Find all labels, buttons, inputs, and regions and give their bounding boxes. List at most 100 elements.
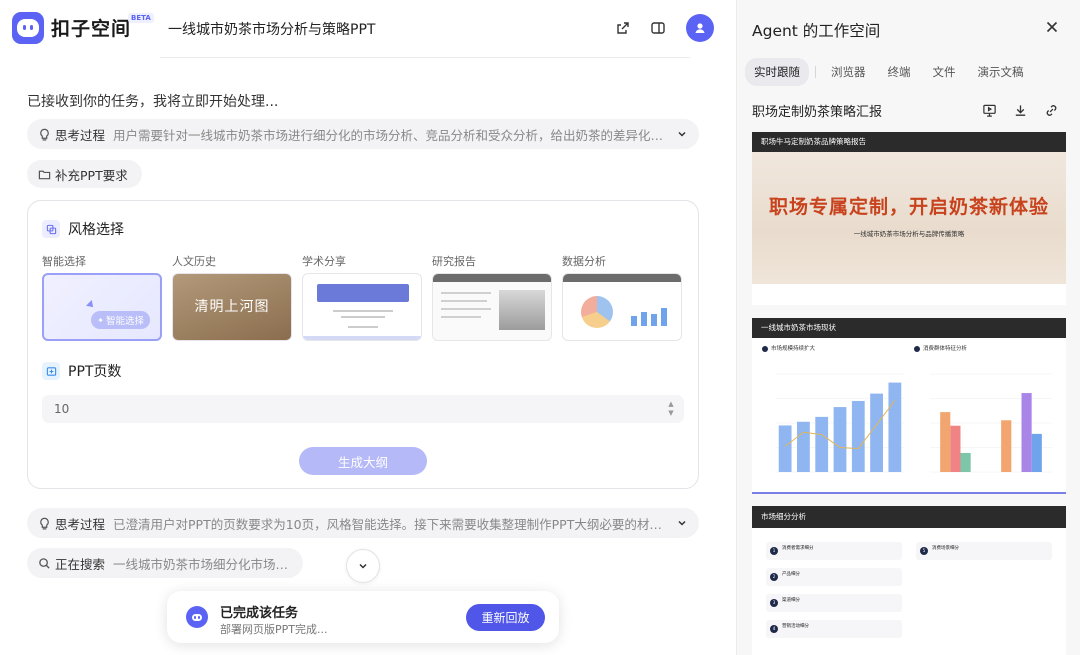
supplement-ppt-button[interactable]: 补充PPT要求 (27, 160, 142, 188)
thinking-process-1[interactable]: 思考过程 用户需要针对一线城市奶茶市场进行细分化的市场分析、竞品分析和受众分析，… (27, 119, 699, 149)
bar-mark (797, 421, 810, 472)
thumb-line (348, 326, 378, 328)
slide-header: 市场细分分析 (752, 506, 1066, 528)
cursor-icon (86, 300, 96, 310)
style-option-data[interactable]: 数据分析 (562, 253, 682, 341)
thinking-process-2[interactable]: 思考过程 已澄清用户对PPT的页数要求为10页，风格智能选择。接下来需要收集整理… (27, 508, 699, 538)
smart-select-badge: ✦ 智能选择 (91, 311, 150, 329)
thumb-line (341, 316, 385, 318)
style-option-research[interactable]: 研究报告 (432, 253, 552, 341)
generate-outline-button[interactable]: 生成大纲 (299, 447, 427, 475)
tab-terminal[interactable]: 终端 (879, 58, 920, 86)
chart-title-left-text: 市场规模持续扩大 (771, 346, 816, 352)
style-section-head: 风格选择 (42, 219, 124, 239)
style-thumb-smart[interactable]: ✦ 智能选择 (42, 273, 162, 341)
smart-select-label: 智能选择 (105, 316, 144, 327)
style-thumb-academic[interactable] (302, 273, 422, 341)
style-options: 智能选择 ✦ 智能选择 人文历史 清明上河图 学术分享 研究报告 数据分析 (42, 253, 682, 341)
searching-status[interactable]: 正在搜索 一线城市奶茶市场细分化市场分析 (27, 548, 303, 578)
bar-mark (940, 412, 951, 472)
app-root: 扣子空间 BETA 一线城市奶茶市场分析与策略PPT 已接收到你的任务，我将立即… (0, 0, 1080, 655)
replay-button[interactable]: 重新回放 (466, 604, 545, 631)
thumb-bar (651, 314, 657, 326)
segment-title: 营销活动细分 (782, 624, 809, 629)
thumb-bar (641, 312, 647, 326)
thinking-desc: 用户需要针对一线城市奶茶市场进行细分化的市场分析、竞品分析和受众分析，给出奶茶的… (113, 127, 669, 143)
scroll-down-button[interactable] (346, 549, 380, 583)
search-icon (37, 556, 51, 570)
consumer-group-chart (930, 373, 1052, 473)
style-option-academic[interactable]: 学术分享 (302, 253, 422, 341)
thumb-header (433, 274, 551, 282)
tab-presentation[interactable]: 演示文稿 (969, 58, 1033, 86)
slide-cover-body: 职场专属定制，开启奶茶新体验 一线城市奶茶市场分析与品牌传播策略 (752, 152, 1066, 284)
stepper-down-icon[interactable]: ▼ (666, 409, 676, 418)
share-icon[interactable] (612, 17, 634, 39)
link-icon[interactable] (1042, 101, 1060, 119)
slide-header-text: 一线城市奶茶市场现状 (761, 323, 836, 332)
chart-title-right: 消费群体特征分析 (914, 344, 967, 352)
thumb-image (499, 290, 545, 330)
page-title: 一线城市奶茶市场分析与策略PPT (168, 22, 376, 38)
app-logo-icon[interactable] (12, 12, 44, 44)
slide-cover-title: 职场专属定制，开启奶茶新体验 (768, 196, 1049, 218)
chevron-down-icon[interactable] (675, 516, 689, 530)
history-thumb-title: 清明上河图 (194, 298, 270, 315)
bar-mark (778, 425, 792, 472)
main-column: 扣子空间 BETA 一线城市奶茶市场分析与策略PPT 已接收到你的任务，我将立即… (0, 0, 728, 655)
ppt-pages-value: 10 (54, 402, 70, 416)
split-view-icon[interactable] (647, 17, 669, 39)
thumb-line (441, 292, 491, 294)
thumb-header (563, 274, 681, 282)
folder-icon (37, 167, 51, 181)
segment-card: 1 消费者需求细分 (766, 542, 902, 560)
style-option-smart[interactable]: 智能选择 ✦ 智能选择 (42, 253, 162, 341)
chevron-down-icon[interactable] (675, 127, 689, 141)
present-icon[interactable] (980, 101, 998, 119)
lightbulb-icon (37, 127, 51, 141)
chart-title-left: 市场规模持续扩大 (762, 344, 815, 352)
slide-cover-subtitle: 一线城市奶茶市场分析与品牌传播策略 (853, 230, 965, 238)
segment-card: 3 渠道细分 (766, 594, 902, 612)
segment-title: 消费场景细分 (932, 546, 959, 551)
close-icon[interactable] (1043, 18, 1061, 36)
segment-number: 3 (770, 599, 778, 607)
tab-files[interactable]: 文件 (924, 58, 965, 86)
ppt-pages-input[interactable]: 10 ▲ ▼ (42, 395, 684, 423)
style-name: 智能选择 (42, 255, 86, 268)
style-palette-icon (42, 220, 60, 238)
pages-section-title: PPT页数 (68, 364, 122, 380)
style-thumb-data[interactable] (562, 273, 682, 341)
bar-mark (960, 452, 971, 472)
chart-title-right-text: 消费群体特征分析 (923, 346, 968, 352)
pages-section-head: PPT页数 (42, 361, 121, 381)
slide-header: 一线城市奶茶市场现状 (752, 318, 1066, 338)
download-icon[interactable] (1011, 101, 1029, 119)
info-icon (914, 345, 920, 352)
user-avatar[interactable] (686, 14, 714, 42)
thumb-bar (661, 308, 667, 326)
tab-browser[interactable]: 浏览器 (822, 58, 875, 86)
slide-segmentation[interactable]: 市场细分分析 1 消费者需求细分 5 消费场景细分 2 产品细分 3 渠道细分 … (752, 506, 1066, 655)
tab-separator (815, 66, 816, 78)
pages-stepper[interactable]: ▲ ▼ (666, 400, 676, 418)
style-thumb-research[interactable] (432, 273, 552, 341)
slide-market-status[interactable]: 一线城市奶茶市场现状 市场规模持续扩大 消费群体特征分析 (752, 318, 1066, 494)
agent-workspace-panel: Agent 的工作空间 实时跟随 浏览器 终端 文件 演示文稿 职场定制奶茶策略… (736, 0, 1080, 655)
bar-mark (815, 416, 829, 472)
panel-tabs: 实时跟随 浏览器 终端 文件 演示文稿 (745, 58, 1033, 86)
brand-name: 扣子空间 (51, 18, 132, 40)
pages-icon (42, 362, 60, 380)
segment-number: 2 (770, 573, 778, 581)
stepper-up-icon[interactable]: ▲ (666, 400, 676, 409)
slide-cover[interactable]: 职场牛马定制奶茶品牌策略报告 职场专属定制，开启奶茶新体验 一线城市奶茶市场分析… (752, 132, 1066, 305)
style-option-history[interactable]: 人文历史 清明上河图 (172, 253, 292, 341)
task-complete-title: 已完成该任务 (220, 606, 299, 621)
thinking-label: 思考过程 (55, 127, 106, 143)
style-thumb-history[interactable]: 清明上河图 (172, 273, 292, 341)
bar-mark (851, 400, 865, 472)
thumb-footer (303, 336, 421, 340)
task-received-text: 已接收到你的任务，我将立即开始处理... (27, 94, 279, 110)
style-config-card: 风格选择 智能选择 ✦ 智能选择 人文历史 清明上河图 学术分享 研究报告 数据… (27, 200, 699, 489)
tab-live-follow[interactable]: 实时跟随 (745, 58, 809, 86)
